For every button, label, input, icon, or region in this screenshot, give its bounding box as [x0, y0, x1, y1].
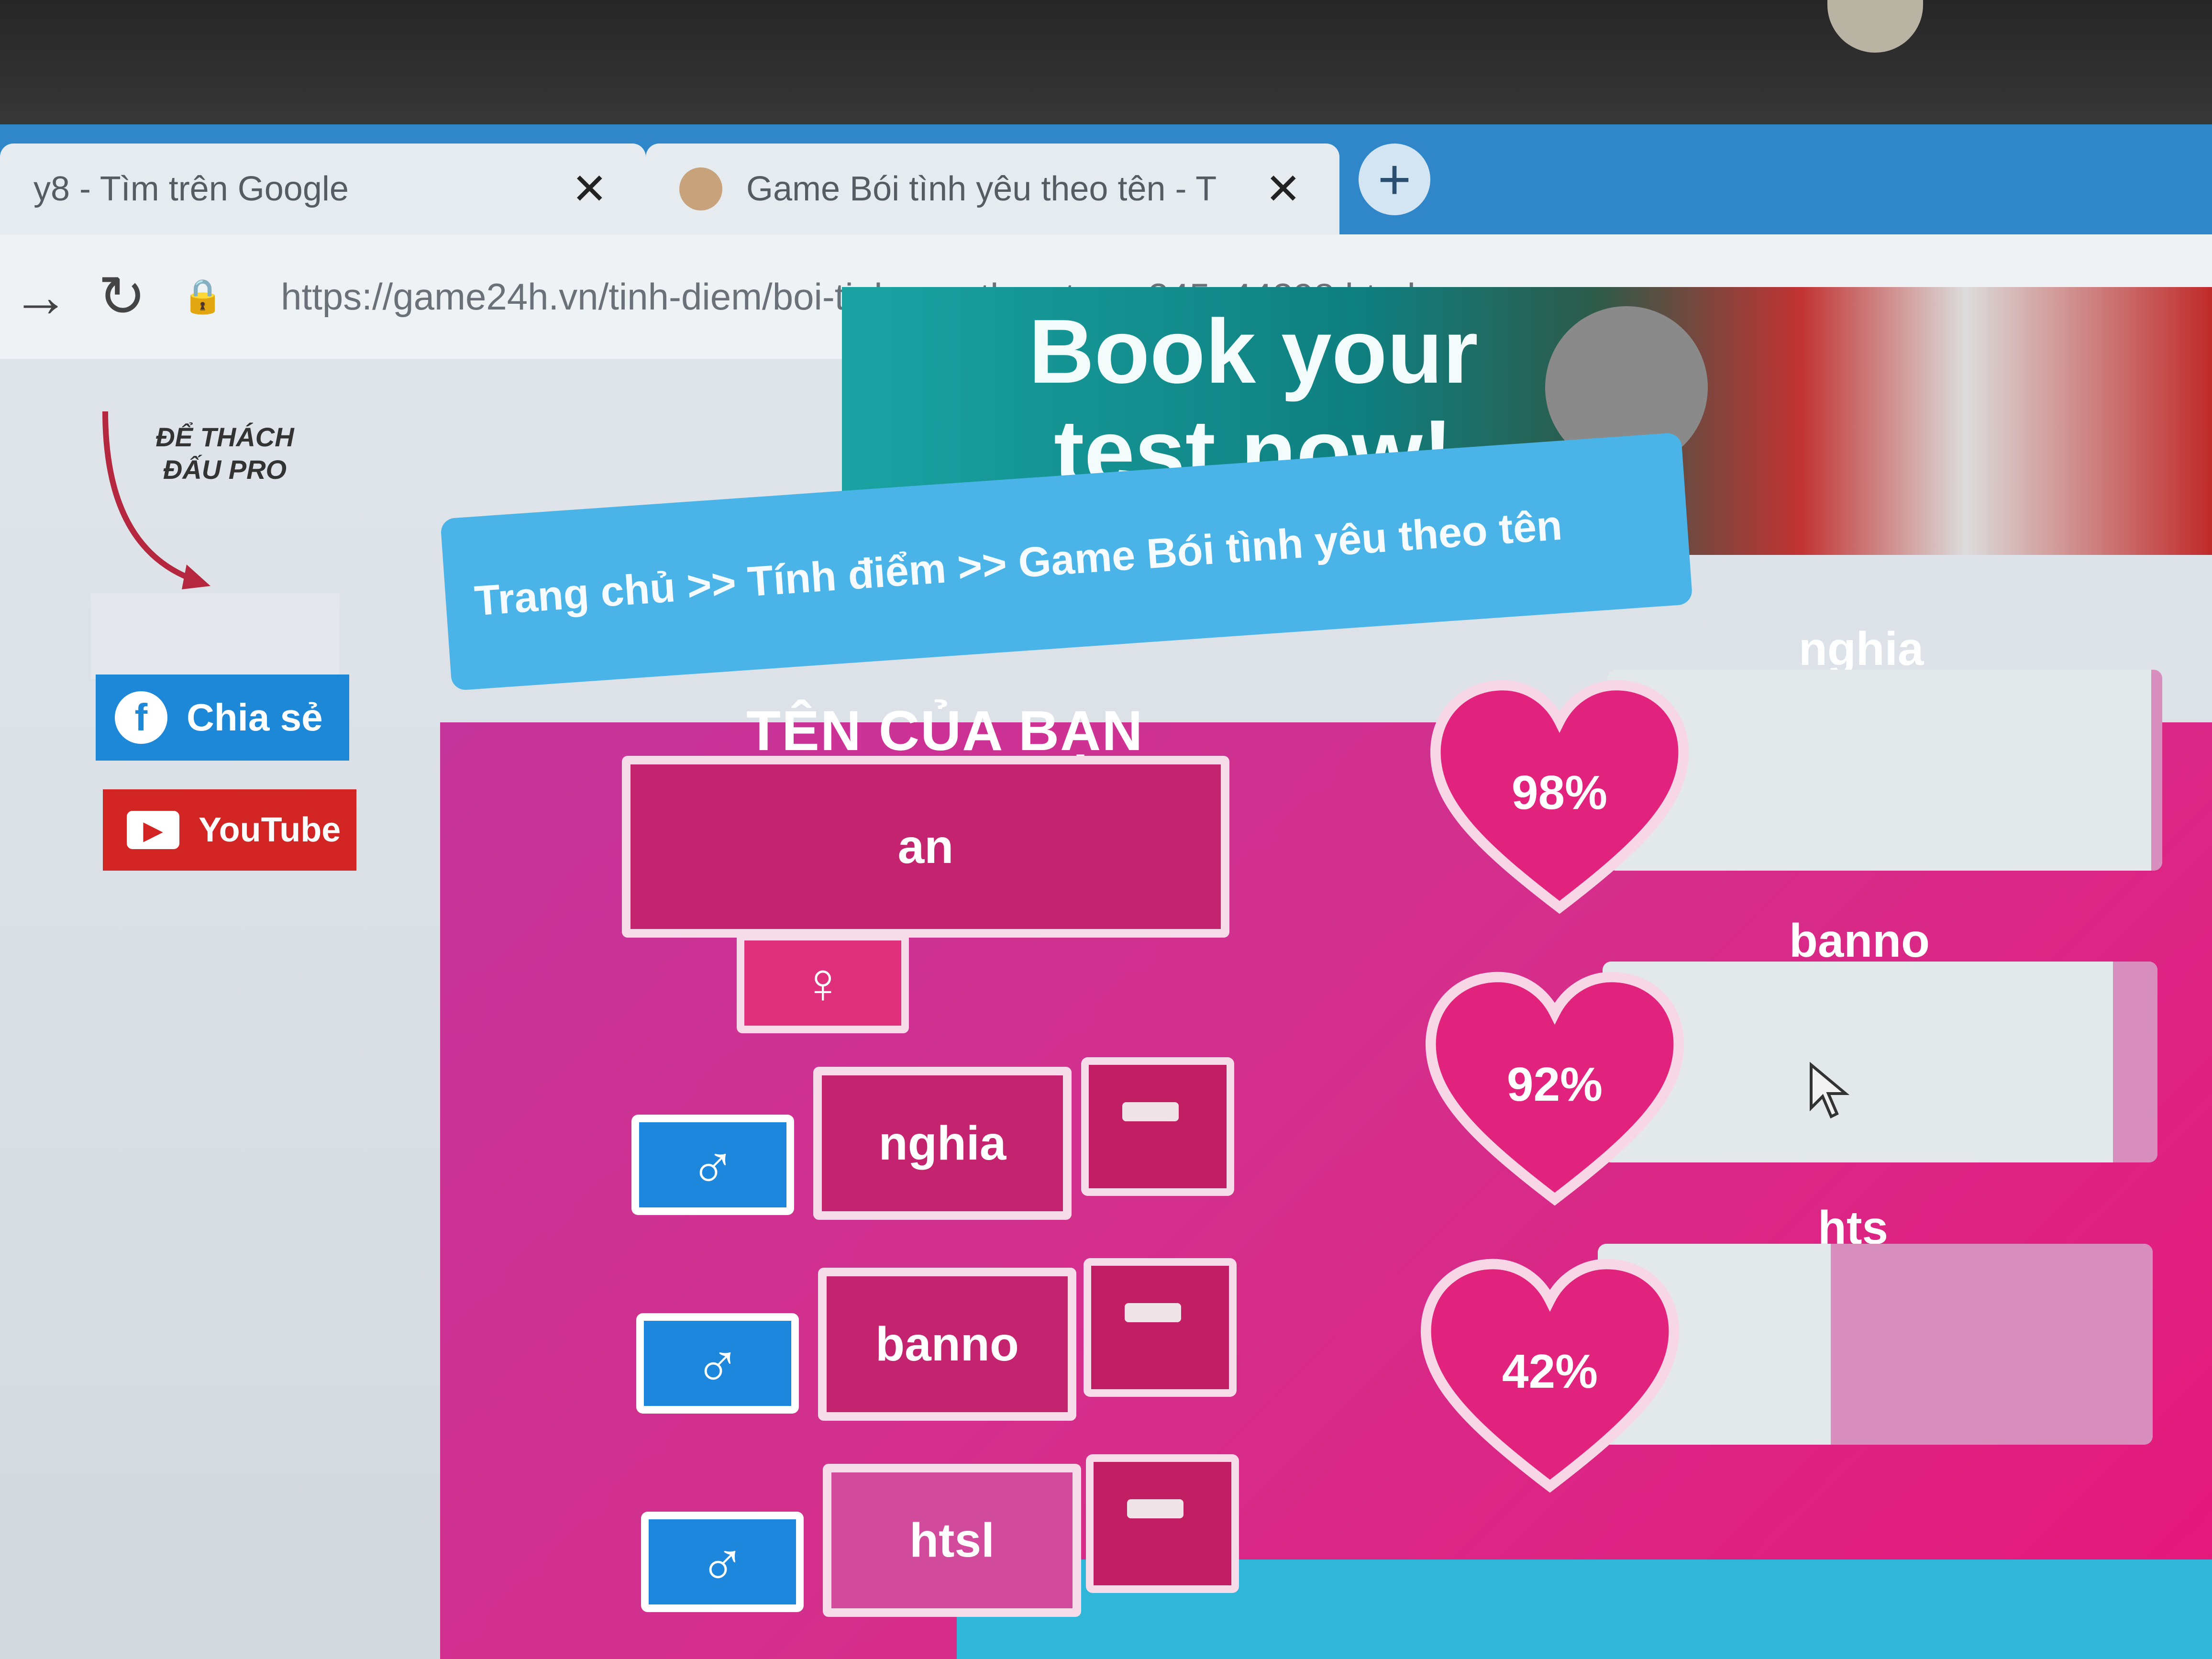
remove-partner-button[interactable] — [1081, 1057, 1234, 1196]
male-gender-button[interactable]: ♂ — [636, 1313, 799, 1414]
love-bar — [1607, 670, 2162, 871]
love-bar-remainder — [2151, 670, 2162, 871]
love-bar-remainder — [1831, 1244, 2153, 1445]
love-percent: 98% — [1511, 766, 1608, 819]
share-button[interactable]: f Chia sẻ — [96, 675, 349, 761]
new-partner-name-input[interactable]: htsl — [823, 1464, 1081, 1617]
male-gender-button[interactable]: ♂ — [641, 1512, 804, 1612]
your-name-input[interactable]: an — [622, 756, 1229, 938]
favicon-icon — [679, 167, 722, 210]
mouse-cursor-icon — [1810, 1062, 1850, 1119]
forward-icon[interactable]: → — [0, 264, 81, 330]
love-percent: 92% — [1506, 1058, 1603, 1111]
love-bar — [1598, 1244, 2153, 1445]
new-tab-button[interactable]: + — [1359, 144, 1430, 215]
partner-name-input[interactable]: banno — [818, 1268, 1076, 1421]
play-icon: ▶ — [127, 811, 179, 849]
love-percent: 42% — [1502, 1345, 1598, 1398]
male-icon: ♂ — [689, 1130, 736, 1200]
facebook-icon: f — [115, 691, 167, 744]
love-bar-remainder — [2113, 962, 2157, 1162]
tab-game[interactable]: Game Bói tình yêu theo tên - T ✕ — [646, 144, 1339, 234]
remove-partner-button[interactable] — [1084, 1258, 1237, 1397]
site-logo[interactable]: ĐỂ THÁCH ĐẤU PRO — [129, 421, 321, 486]
close-icon[interactable]: ✕ — [1265, 164, 1301, 214]
your-name-title: TÊN CỦA BẠN — [746, 699, 1144, 763]
result-name: banno — [1789, 914, 1930, 967]
lock-icon[interactable]: 🔒 — [182, 277, 223, 316]
minus-icon — [1125, 1303, 1181, 1322]
love-bar — [1603, 962, 2157, 1162]
share-label: Chia sẻ — [187, 696, 323, 739]
tab-label: y8 - Tìm trên Google — [33, 170, 349, 208]
close-icon[interactable]: ✕ — [572, 164, 608, 214]
female-icon: ♀ — [801, 951, 844, 1015]
result-name: nghia — [1799, 622, 1924, 675]
love-bar-fill — [1607, 670, 2151, 871]
tab-label: Game Bói tình yêu theo tên - T — [746, 170, 1217, 208]
male-icon: ♂ — [699, 1527, 746, 1597]
minus-icon — [1127, 1499, 1183, 1518]
reload-icon[interactable]: ↻ — [81, 264, 163, 330]
female-gender-button[interactable]: ♀ — [737, 933, 909, 1033]
sidebar-box — [91, 593, 340, 679]
youtube-button[interactable]: ▶ YouTube — [103, 789, 356, 871]
breadcrumb-text[interactable]: Trang chủ >> Tính điểm >> Game Bói tình … — [473, 501, 1564, 626]
minus-icon — [1122, 1102, 1179, 1121]
ad-line-1: Book your — [1029, 301, 1478, 402]
remove-partner-button[interactable] — [1086, 1454, 1239, 1593]
partner-name-input[interactable]: nghia — [813, 1067, 1072, 1220]
tab-google[interactable]: y8 - Tìm trên Google ✕ — [0, 144, 646, 234]
male-gender-button[interactable]: ♂ — [631, 1115, 794, 1215]
youtube-label: YouTube — [199, 811, 341, 849]
male-icon: ♂ — [694, 1328, 741, 1398]
